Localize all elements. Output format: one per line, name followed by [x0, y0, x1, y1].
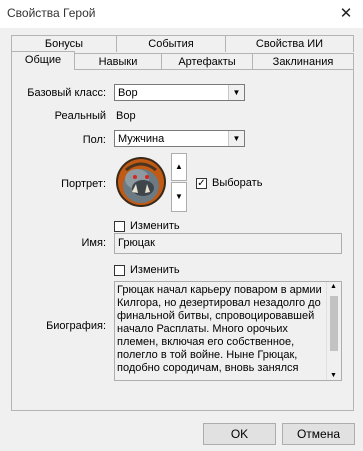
- name-field[interactable]: Грюцак: [114, 233, 342, 254]
- portrait-select-label: Выборать: [212, 177, 263, 189]
- real-class-value: Вор: [116, 110, 136, 122]
- portrait-next-button[interactable]: ▼: [171, 182, 187, 212]
- tab-label: Заклинания: [272, 56, 334, 68]
- chevron-down-icon: ▼: [228, 131, 244, 146]
- tab-label: Свойства ИИ: [255, 38, 324, 50]
- close-icon: ✕: [339, 5, 353, 22]
- ok-button-label: OK: [230, 427, 249, 441]
- tab-events[interactable]: События: [116, 35, 226, 52]
- gender-label: Пол:: [82, 134, 106, 146]
- scrollbar-thumb[interactable]: [330, 296, 338, 351]
- tab-artifacts[interactable]: Артефакты: [161, 53, 253, 70]
- gender-select[interactable]: Мужчина ▼: [114, 130, 245, 147]
- tab-label: Артефакты: [178, 56, 236, 68]
- tab-ai-properties[interactable]: Свойства ИИ: [225, 35, 354, 52]
- biography-scrollbar[interactable]: ▲ ▼: [326, 282, 341, 380]
- tab-spells[interactable]: Заклинания: [252, 53, 354, 70]
- tab-general[interactable]: Общие: [11, 51, 75, 70]
- name-label: Имя:: [81, 237, 106, 249]
- base-class-value: Вор: [118, 87, 138, 99]
- close-button[interactable]: ✕: [335, 4, 357, 24]
- tab-label: Бонусы: [44, 38, 84, 50]
- arrow-up-icon: ▲: [175, 162, 183, 171]
- window-title: Свойства Герой: [7, 6, 96, 20]
- cancel-button[interactable]: Отмена: [282, 423, 355, 445]
- bio-change-checkbox[interactable]: [114, 265, 125, 276]
- biography-text: Грюцак начал карьеру поваром в армии Кил…: [117, 284, 322, 374]
- chevron-down-icon: ▼: [228, 85, 244, 100]
- gender-value: Мужчина: [118, 133, 165, 145]
- arrow-down-icon: ▼: [330, 372, 337, 379]
- base-class-label: Базовый класс:: [27, 87, 106, 99]
- biography-textarea[interactable]: Грюцак начал карьеру поваром в армии Кил…: [114, 281, 342, 381]
- bio-change-label: Изменить: [130, 264, 180, 276]
- name-change-checkbox[interactable]: [114, 221, 125, 232]
- biography-label: Биография:: [46, 320, 106, 332]
- arrow-up-icon: ▲: [330, 283, 337, 290]
- orc-portrait-image: [114, 152, 168, 212]
- tab-label: Навыки: [98, 56, 138, 68]
- cancel-button-label: Отмена: [296, 427, 341, 441]
- tab-label: События: [148, 38, 194, 50]
- ok-button[interactable]: OK: [203, 423, 276, 445]
- tab-bonuses[interactable]: Бонусы: [11, 35, 117, 52]
- tab-skills[interactable]: Навыки: [74, 53, 162, 70]
- hero-portrait: [114, 152, 168, 212]
- name-value: Грюцак: [118, 237, 155, 249]
- portrait-prev-button[interactable]: ▲: [171, 153, 187, 181]
- portrait-label: Портрет:: [61, 178, 106, 190]
- tab-label: Общие: [24, 54, 62, 66]
- portrait-select-checkbox[interactable]: ✓: [196, 178, 207, 189]
- real-class-label: Реальный: [54, 110, 106, 122]
- arrow-down-icon: ▼: [175, 192, 183, 201]
- checkmark-icon: ✓: [197, 178, 206, 189]
- base-class-select[interactable]: Вор ▼: [114, 84, 245, 101]
- name-change-label: Изменить: [130, 220, 180, 232]
